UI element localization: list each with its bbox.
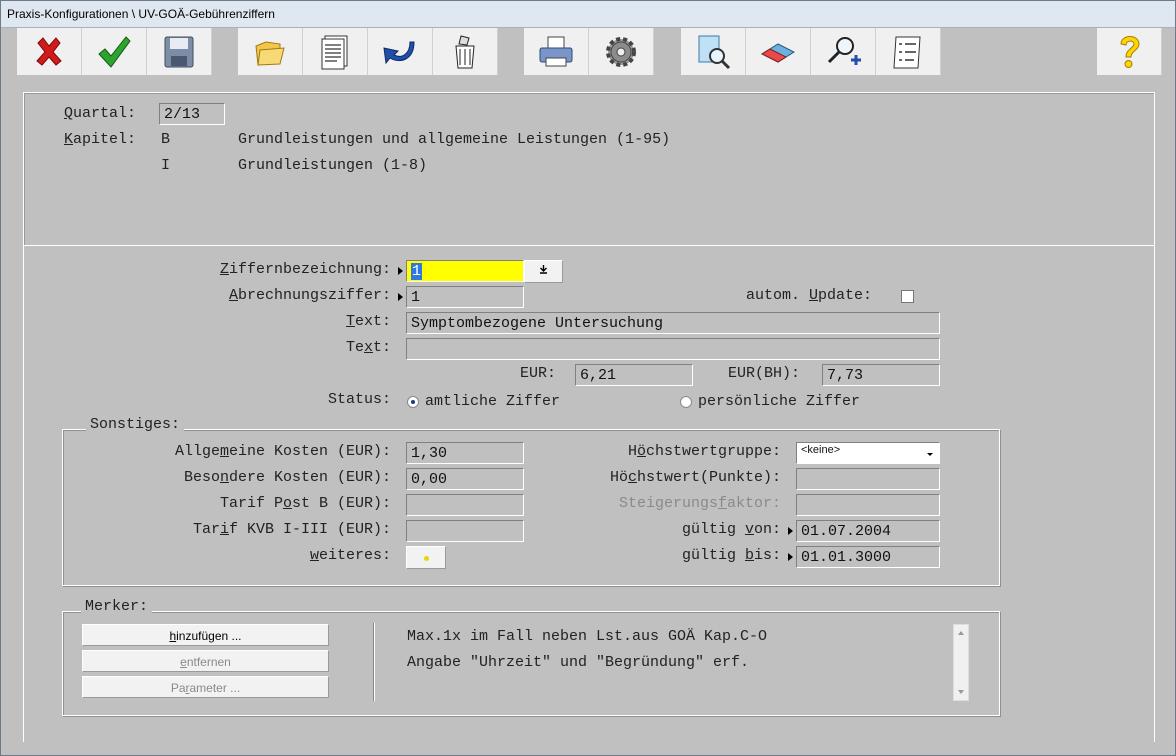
autoupdate-checkbox[interactable] [901, 290, 914, 303]
steigerungsfaktor-input [796, 494, 940, 516]
search-document-icon [698, 35, 731, 69]
kapitel-code: B [161, 131, 171, 148]
allg-kosten-label: Allgemeine Kosten (EUR): [174, 443, 391, 460]
save-icon [164, 36, 194, 67]
text2-label: Text: [345, 339, 391, 356]
confirm-button[interactable] [82, 28, 147, 75]
gueltig-bis-pointer-icon [788, 553, 793, 561]
ziffer-dropdown-button[interactable] [524, 260, 563, 283]
hoechstwertgruppe-dropdown-button[interactable] [921, 443, 939, 463]
status-label: Status: [327, 391, 391, 408]
tarif-post-input[interactable] [406, 494, 524, 516]
numbered-list-button[interactable] [876, 28, 941, 75]
eurbh-field: 7,73 [822, 364, 940, 386]
status-amtlich-radio[interactable] [407, 396, 419, 408]
merker-divider [373, 623, 375, 701]
settings-button[interactable] [589, 28, 654, 75]
eurbh-label: EUR(BH): [728, 365, 801, 382]
status-amtlich-label: amtliche Ziffer [425, 393, 561, 410]
allg-kosten-input[interactable]: 1,30 [406, 442, 524, 464]
hoechstwertgruppe-label: Höchstwertgruppe: [627, 443, 781, 460]
weiteres-button[interactable] [406, 546, 446, 569]
print-button[interactable] [524, 28, 589, 75]
merker-line-1: Max.1x im Fall neben Lst.aus GOÄ Kap.C-O [407, 628, 768, 645]
help-button[interactable] [1097, 28, 1162, 75]
text1-input[interactable]: Symptombezogene Untersuchung [406, 312, 940, 334]
bes-kosten-input[interactable]: 0,00 [406, 468, 524, 490]
gueltig-von-label: gültig von: [681, 521, 781, 538]
abrechnung-input[interactable]: 1 [406, 286, 524, 308]
indicator-dot-icon [423, 556, 429, 562]
gueltig-bis-input[interactable]: 01.01.3000 [796, 546, 940, 568]
merker-text: Max.1x im Fall neben Lst.aus GOÄ Kap.C-O… [407, 624, 947, 676]
open-button[interactable] [238, 28, 303, 75]
merker-parameter-button[interactable]: Parameter ... [82, 676, 329, 698]
merker-line-2: Angabe "Uhrzeit" und "Begründung" erf. [407, 654, 750, 671]
steigerungsfaktor-label: Steigerungsfaktor: [618, 495, 781, 512]
tarif-post-label: Tarif Post B (EUR): [219, 495, 391, 512]
zoom-add-button[interactable] [811, 28, 876, 75]
eur-label: EUR: [520, 365, 557, 382]
abrechnung-label: Abrechnungsziffer: [228, 287, 391, 304]
cancel-button[interactable] [17, 28, 82, 75]
title-bar: Praxis-Konfigurationen \ UV-GOÄ-Gebühren… [1, 1, 1175, 28]
search-document-button[interactable] [681, 28, 746, 75]
text2-input[interactable] [406, 338, 940, 360]
merker-title: Merker: [81, 598, 153, 615]
print-icon [539, 36, 573, 66]
eur-field: 6,21 [575, 364, 693, 386]
numbered-list-icon [893, 36, 921, 68]
autoupdate-label: autom. Update: [746, 287, 873, 304]
confirm-icon [98, 35, 131, 68]
cancel-icon [36, 36, 62, 66]
bes-kosten-label: Besondere Kosten (EUR): [183, 469, 391, 486]
eraser-icon [760, 42, 796, 63]
open-folder-icon [255, 40, 285, 66]
save-button[interactable] [147, 28, 212, 75]
tarif-kvb-label: Tarif KVB I-III (EUR): [192, 521, 391, 538]
gueltig-von-input[interactable]: 01.07.2004 [796, 520, 940, 542]
main-window: Praxis-Konfigurationen \ UV-GOÄ-Gebühren… [0, 0, 1176, 756]
eraser-button[interactable] [746, 28, 811, 75]
scroll-down-icon[interactable] [954, 686, 968, 698]
kapitel-text: Grundleistungen und allgemeine Leistunge… [238, 131, 671, 148]
tarif-kvb-input[interactable] [406, 520, 524, 542]
hoechstwert-label: Höchstwert(Punkte): [609, 469, 781, 486]
zoom-add-icon [827, 36, 861, 65]
ziffer-label: Ziffernbezeichnung: [219, 261, 391, 278]
weiteres-label: weiteres: [309, 547, 391, 564]
quartal-label: Quartal: [64, 105, 137, 122]
scroll-up-icon[interactable] [954, 627, 968, 639]
hoechstwert-input[interactable] [796, 468, 940, 490]
trash-icon [455, 34, 475, 68]
download-arrow-icon [540, 265, 547, 274]
delete-button[interactable] [433, 28, 498, 75]
gueltig-von-pointer-icon [788, 527, 793, 535]
ziffer-pointer-icon [398, 267, 403, 275]
subchapter-text: Grundleistungen (1-8) [238, 157, 428, 174]
abrechnung-pointer-icon [398, 293, 403, 301]
window-title: Praxis-Konfigurationen \ UV-GOÄ-Gebühren… [7, 7, 275, 21]
quartal-field: 2/13 [159, 103, 225, 125]
status-persoenlich-radio[interactable] [680, 396, 692, 408]
kapitel-label: Kapitel: [64, 131, 137, 148]
merker-add-button[interactable]: hinzufügen ... [82, 624, 329, 646]
status-persoenlich-label: persönliche Ziffer [698, 393, 861, 410]
text1-label: Text: [345, 313, 391, 330]
hoechstwertgruppe-select[interactable]: <keine> [796, 442, 940, 464]
toolbar [1, 28, 1175, 81]
undo-button[interactable] [368, 28, 433, 75]
sonstiges-title: Sonstiges: [86, 416, 185, 433]
help-icon [1120, 35, 1140, 68]
chevron-down-icon [927, 453, 933, 456]
ziffer-input[interactable]: 1 [406, 260, 524, 282]
undo-icon [383, 41, 415, 64]
document-list-icon [321, 35, 348, 69]
settings-gear-icon [606, 36, 636, 67]
merker-scrollbar[interactable] [953, 624, 969, 701]
merker-remove-button[interactable]: entfernen [82, 650, 329, 672]
gueltig-bis-label: gültig bis: [681, 547, 781, 564]
subchapter-code: I [161, 157, 171, 174]
document-list-button[interactable] [303, 28, 368, 75]
